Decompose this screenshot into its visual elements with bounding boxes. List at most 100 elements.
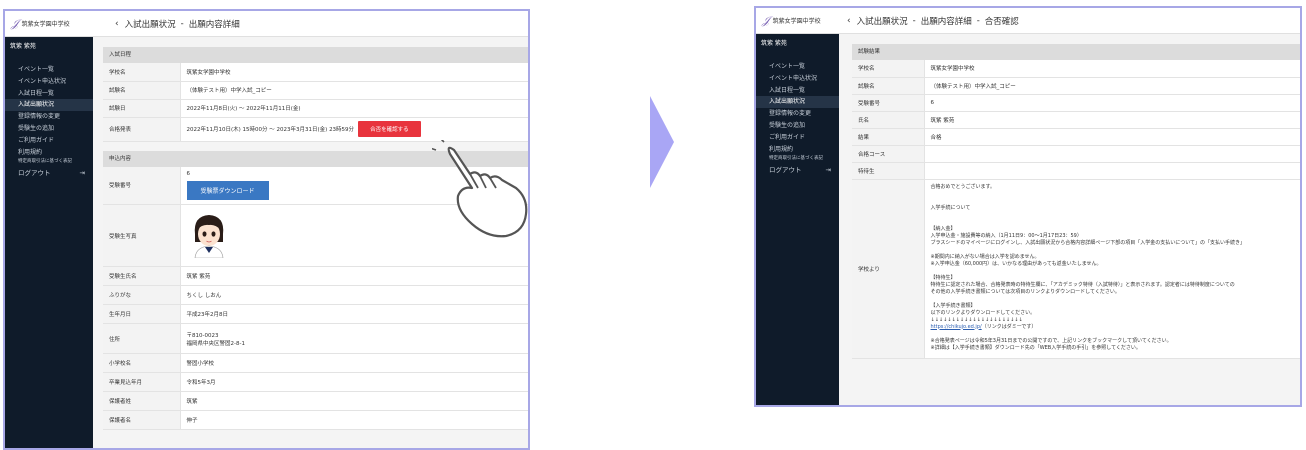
breadcrumb-separator: - — [976, 15, 980, 26]
sidebar-item-application-status[interactable]: 入試出願状況 — [756, 96, 839, 109]
sidebar-item-add-student[interactable]: 受験生の追加 — [756, 120, 839, 132]
logo-text: 筑紫女学園中学校 — [772, 18, 821, 25]
result-table: 学校名 筑紫女学園中学校 試験名 （体験テスト用）中学入試_コピー 受験番号 6… — [852, 60, 1300, 359]
result-section-title: 試験結果 — [852, 44, 1300, 60]
sidebar-item-exam-schedule[interactable]: 入試日程一覧 — [756, 85, 839, 97]
message-line: ↓↓↓↓↓↓↓↓↓↓↓↓↓↓↓↓↓↓↓↓↓↓ — [930, 316, 1023, 323]
sidebar-item-events[interactable]: イベント一覧 — [5, 64, 93, 76]
breadcrumb-middle[interactable]: 出願内容詳細 — [921, 15, 972, 27]
sidebar-item-terms[interactable]: 利用規約 — [5, 147, 93, 159]
row-label: 受験生写真 — [103, 204, 181, 267]
sidebar-item-logout[interactable]: ログアウト ⇥ — [5, 166, 93, 180]
message-line: その他の入学手続き書類については次項目のリンクよりダウンロードしてください。 — [930, 288, 1120, 295]
postal-code: 〒810-0023 — [186, 332, 219, 339]
screenshot-result-confirmation: 𝒥 筑紫女学園中学校 筑紫 紫苑 イベント一覧 イベント申込状況 入試日程一覧 … — [754, 6, 1302, 407]
table-row: 氏名 筑紫 紫苑 — [852, 111, 1300, 129]
row-value: 2022年11月8日(火) 〜 2022年11月11日(金) — [180, 99, 528, 118]
row-label: 受験番号 — [852, 94, 925, 112]
row-value: （体験テスト用）中学入試_コピー — [924, 77, 1300, 95]
sidebar: 𝒥 筑紫女学園中学校 筑紫 紫苑 イベント一覧 イベント申込状況 入試日程一覧 … — [5, 11, 93, 448]
sidebar-item-application-status[interactable]: 入試出願状況 — [5, 99, 93, 112]
row-label: 卒業見込年月 — [103, 372, 181, 392]
table-row: 住所 〒810-0023 福岡県中央区警固2-8-1 — [103, 323, 528, 354]
table-row: 結果 合格 — [852, 128, 1300, 146]
message-line: 入学手続について — [930, 204, 971, 211]
breadcrumb-parent[interactable]: 入試出願状況 — [857, 15, 908, 27]
message-line: ※合格発表ページは令和5年3月31日までの公開ですので、上記リンクをブックマーク… — [930, 337, 1172, 344]
table-row: 試験名 （体験テスト用）中学入試_コピー — [103, 81, 528, 100]
message-line: https://chikujo.ed.jp/（リンクはダミーです） — [931, 324, 1295, 331]
user-name: 筑紫 紫苑 — [761, 40, 787, 47]
row-value — [924, 162, 1300, 180]
message-line: 合格おめでとうございます。 — [930, 183, 996, 190]
row-value: 筑紫女学園中学校 — [924, 60, 1300, 78]
sidebar-item-logout[interactable]: ログアウト ⇥ — [756, 163, 839, 177]
logout-icon: ⇥ — [79, 169, 85, 178]
user-name: 筑紫 紫苑 — [10, 43, 36, 50]
logout-label: ログアウト — [769, 166, 802, 175]
table-row: 合格コース — [852, 145, 1300, 163]
student-photo — [194, 214, 223, 258]
sidebar-item-guide[interactable]: ご利用ガイド — [5, 135, 93, 147]
logo-mark-icon: 𝒥 — [11, 16, 19, 30]
table-row: 受験生氏名 筑紫 紫苑 — [103, 266, 528, 286]
download-admission-ticket-button[interactable]: 受験票ダウンロード — [186, 180, 269, 200]
sidebar-nav: イベント一覧 イベント申込状況 入試日程一覧 入試出願状況 登録情報の変更 受験… — [756, 61, 839, 177]
table-row: 卒業見込年月 令和5年3月 — [103, 372, 528, 392]
table-row: 保護者姓 筑紫 — [103, 391, 528, 411]
table-row: 受験番号 6 — [852, 94, 1300, 112]
chevron-left-icon[interactable]: ‹ — [847, 16, 851, 26]
announcement-period: 2022年11月10日(木) 15時00分 〜 2023年3月31日(金) 23… — [186, 127, 355, 133]
row-value: 〒810-0023 福岡県中央区警固2-8-1 — [180, 323, 528, 354]
row-label: 受験番号 — [103, 166, 181, 205]
sidebar-item-profile-edit[interactable]: 登録情報の変更 — [5, 111, 93, 123]
sidebar-item-guide[interactable]: ご利用ガイド — [756, 132, 839, 144]
table-row: 学校名 筑紫女学園中学校 — [103, 63, 528, 82]
table-row: 合格発表 2022年11月10日(木) 15時00分 〜 2023年3月31日(… — [103, 117, 528, 142]
school-logo[interactable]: 𝒥 筑紫女学園中学校 — [5, 11, 93, 37]
sidebar-item-terms[interactable]: 利用規約 — [756, 144, 839, 156]
row-label: 住所 — [103, 323, 181, 354]
logout-label: ログアウト — [18, 169, 51, 178]
row-label: 合格発表 — [103, 117, 181, 142]
row-value: 令和5年3月 — [180, 372, 528, 392]
message-line: 特待生に認定された場合、合格発表時の特待生欄に、「アカデミック特待（入試特待）」… — [930, 281, 1235, 288]
logo-mark-icon: 𝒥 — [762, 13, 770, 27]
exam-info-table: 学校名 筑紫女学園中学校 試験名 （体験テスト用）中学入試_コピー 試験日 20… — [103, 63, 528, 142]
row-label: 生年月日 — [103, 304, 181, 324]
procedure-docs-link[interactable]: https://chikujo.ed.jp/ — [931, 324, 982, 330]
sidebar-item-commerce-law[interactable]: 特定商取引法に基づく表記 — [5, 158, 93, 166]
message-line: 入学申込金・施設費等の納入（1月11日9：00〜1月17日23：59） — [930, 232, 1082, 239]
school-logo[interactable]: 𝒥 筑紫女学園中学校 — [756, 8, 839, 34]
main-content: 試験結果 学校名 筑紫女学園中学校 試験名 （体験テスト用）中学入試_コピー 受… — [839, 34, 1300, 405]
row-value: 伸子 — [180, 410, 528, 430]
table-row: 特待生 — [852, 162, 1300, 180]
sidebar-item-exam-schedule[interactable]: 入試日程一覧 — [5, 88, 93, 100]
sidebar-item-add-student[interactable]: 受験生の追加 — [5, 123, 93, 135]
breadcrumb-current: 合否確認 — [984, 16, 1019, 27]
breadcrumb-parent[interactable]: 入試出願状況 — [125, 18, 176, 30]
breadcrumb: ‹ 入試出願状況 - 出願内容詳細 — [93, 11, 528, 37]
sidebar-nav: イベント一覧 イベント申込状況 入試日程一覧 入試出願状況 登録情報の変更 受験… — [5, 64, 93, 180]
row-value: （体験テスト用）中学入試_コピー — [180, 81, 528, 100]
chevron-left-icon[interactable]: ‹ — [115, 19, 119, 29]
message-line: ※期間内に納入がない場合は入学を認めません。 — [930, 253, 1040, 260]
sidebar-item-profile-edit[interactable]: 登録情報の変更 — [756, 108, 839, 120]
sidebar-item-event-applications[interactable]: イベント申込状況 — [756, 73, 839, 85]
row-value: ちくし しおん — [180, 285, 528, 305]
sidebar-item-event-applications[interactable]: イベント申込状況 — [5, 76, 93, 88]
sidebar-item-events[interactable]: イベント一覧 — [756, 61, 839, 73]
table-row: 学校より 合格おめでとうございます。 入学手続について 【納入金】 入学申込金・… — [852, 179, 1300, 359]
row-label: 試験名 — [103, 81, 181, 100]
sidebar: 𝒥 筑紫女学園中学校 筑紫 紫苑 イベント一覧 イベント申込状況 入試日程一覧 … — [756, 8, 839, 405]
table-row: 生年月日 平成23年2月8日 — [103, 304, 528, 324]
row-label: 学校名 — [852, 60, 925, 78]
check-result-button[interactable]: 合否を確認する — [358, 121, 421, 137]
row-value: 筑紫 紫苑 — [924, 111, 1300, 129]
message-line: ※入学申込金（60,000円）は、いかなる理由があっても返金いたしません。 — [930, 260, 1102, 267]
breadcrumb-separator: - — [180, 18, 184, 29]
sidebar-item-commerce-law[interactable]: 特定商取引法に基づく表記 — [756, 155, 839, 163]
row-label: 学校より — [852, 179, 925, 359]
row-label: ふりがな — [103, 285, 181, 305]
row-label: 保護者名 — [103, 410, 181, 430]
